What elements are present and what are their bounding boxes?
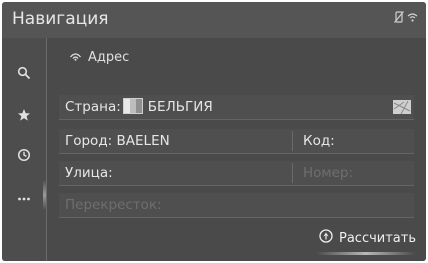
calculate-highlight (316, 252, 416, 255)
country-row[interactable]: Страна: БЕЛЬГИЯ (59, 95, 414, 120)
navigation-screen: Навигация Адрес Страна: БЕЛЬГИЯ Город: B… (2, 2, 426, 261)
status-icons (394, 11, 418, 23)
section-label: Адрес (88, 50, 130, 65)
country-value: БЕЛЬГИЯ (147, 99, 213, 115)
city-label: Город: (65, 133, 113, 149)
page-title: Навигация (12, 9, 109, 29)
sidebar-item-more[interactable] (12, 184, 36, 208)
street-label: Улица: (65, 165, 113, 181)
phone-off-icon (394, 11, 404, 23)
country-label: Страна: (65, 99, 121, 115)
country-field[interactable]: Страна: БЕЛЬГИЯ (65, 95, 213, 119)
city-field[interactable]: Город: BAELEN (65, 129, 170, 153)
sidebar-item-favorites[interactable] (12, 104, 36, 128)
route-icon (319, 229, 333, 247)
sidebar-item-history[interactable] (12, 144, 36, 168)
row-separator (292, 131, 293, 151)
number-label: Номер: (303, 165, 354, 181)
intersection-row: Перекресток: (59, 193, 414, 218)
street-row: Улица: Номер: (59, 161, 414, 186)
search-icon (17, 65, 31, 84)
intersection-field: Перекресток: (65, 193, 162, 217)
more-icon (17, 187, 31, 206)
section-header: Адрес (69, 50, 129, 65)
star-icon (17, 107, 31, 126)
title-bar: Навигация (2, 2, 426, 38)
number-field: Номер: (303, 161, 353, 185)
code-field[interactable]: Код: (303, 129, 335, 153)
sidebar (2, 38, 49, 261)
map-icon (392, 100, 412, 119)
wifi-icon (407, 12, 418, 22)
history-icon (17, 147, 31, 166)
row-separator (292, 163, 293, 183)
calculate-button[interactable]: Рассчитать (319, 229, 416, 247)
calculate-label: Рассчитать (338, 230, 416, 246)
street-field[interactable]: Улица: (65, 161, 113, 185)
city-value: BAELEN (116, 133, 170, 149)
address-form: Адрес Страна: БЕЛЬГИЯ Город: BAELEN Код:… (47, 38, 426, 261)
sidebar-item-search[interactable] (12, 62, 36, 86)
city-row: Город: BAELEN Код: (59, 129, 414, 154)
address-icon (69, 50, 82, 65)
intersection-label: Перекресток: (65, 197, 162, 213)
map-button[interactable] (392, 99, 412, 119)
code-label: Код: (303, 133, 335, 149)
country-flag (122, 98, 143, 114)
